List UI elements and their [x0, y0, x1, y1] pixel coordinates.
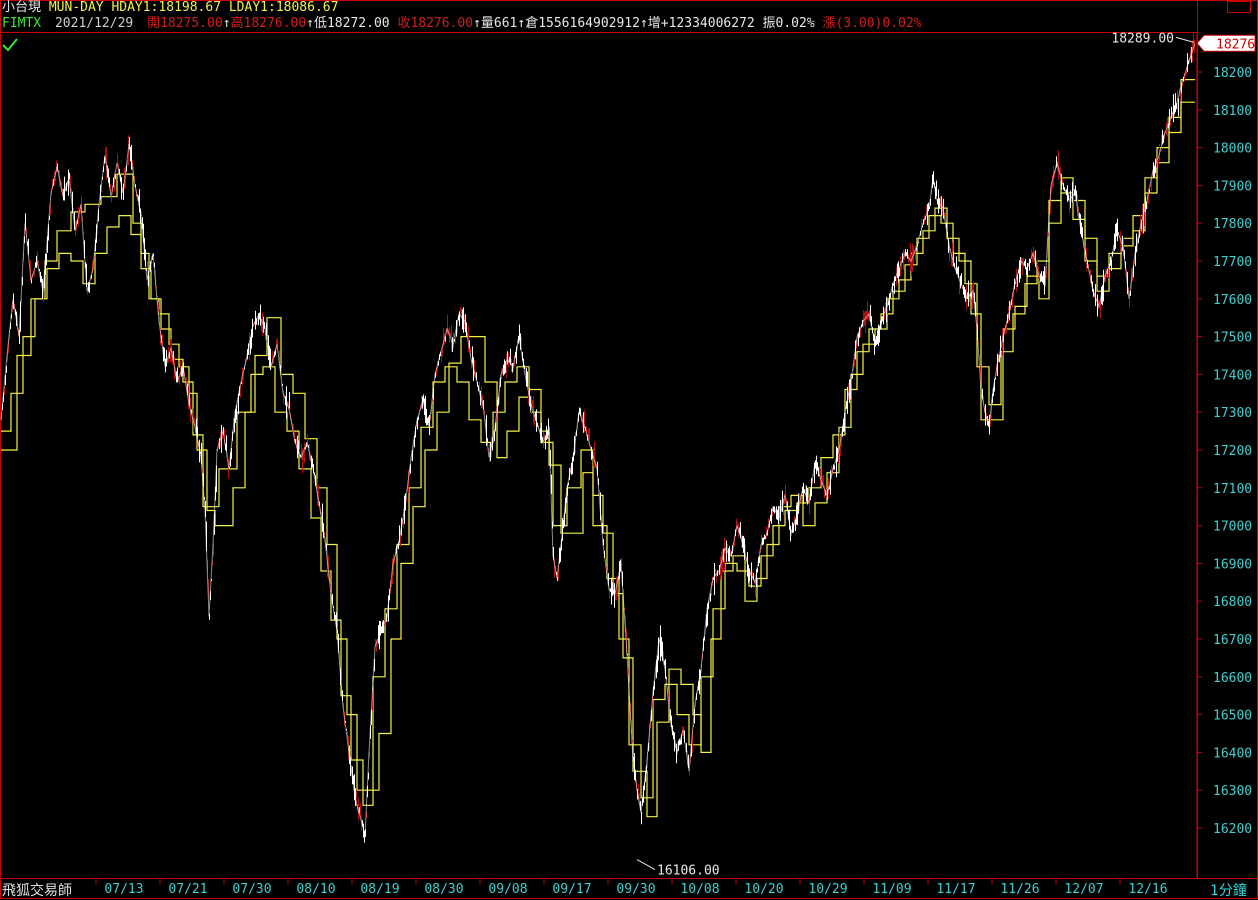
outer-frame: [0, 0, 1258, 899]
quote-date: 2021/12/29: [54, 16, 134, 31]
close-price: 收18276.00: [397, 16, 474, 31]
y-tick-label: 18000: [1213, 142, 1252, 157]
x-tick-label: 08/30: [424, 882, 463, 897]
x-tick-label: 09/30: [616, 882, 655, 897]
interval-selector[interactable]: 1分鐘: [1210, 880, 1247, 900]
x-tick-label: 10/08: [680, 882, 719, 897]
y-tick-label: 16800: [1213, 595, 1252, 610]
max-price-label: 18289.00: [1111, 31, 1174, 46]
y-tick-label: 16600: [1213, 671, 1252, 686]
up-arrow-icon: ↑: [639, 16, 648, 31]
y-tick-label: 17300: [1213, 406, 1252, 421]
y-tick-label: 16700: [1213, 633, 1252, 648]
header-line-2: FIMTX 2021/12/29 開18275.00↑高18276.00↑低18…: [2, 16, 922, 32]
plot-frame: [0, 32, 1198, 879]
open-interest: 倉1556164902912: [525, 16, 640, 31]
chart-window: 16200 16300 16400 16500 16600 16700 16800 16900…: [0, 0, 1258, 899]
symbol-code: FIMTX: [2, 16, 42, 31]
amplitude: 振0.02%: [762, 16, 815, 31]
y-tick-label: 17200: [1213, 444, 1252, 459]
price-line: [0, 43, 1196, 836]
up-arrow-icon: ↑: [222, 16, 231, 31]
study-values: MUN-DAY HDAY1:18198.67 LDAY1:18086.67: [48, 0, 339, 15]
last-price-label: 18276: [1216, 37, 1255, 52]
price-change: 漲(3.00)0.02%: [822, 16, 922, 31]
min-price-label: 16106.00: [657, 864, 720, 879]
x-tick-label: 12/16: [1128, 882, 1167, 897]
window-button-icon[interactable]: [1227, 1, 1251, 13]
y-tick-label: 17900: [1213, 179, 1252, 194]
high-price: 高18276.00: [230, 16, 307, 31]
x-tick-label: 11/26: [1000, 882, 1039, 897]
y-tick-label: 17500: [1213, 331, 1252, 346]
x-tick-label: 08/19: [360, 882, 399, 897]
price-ticks: [1, 33, 1195, 843]
price-chart[interactable]: 16200 16300 16400 16500 16600 16700 16800 16900…: [0, 0, 1258, 899]
x-tick-label: 11/17: [936, 882, 975, 897]
max-leader-line: [1175, 36, 1195, 43]
y-tick-label: 16300: [1213, 784, 1252, 799]
x-tick-label: 07/30: [232, 882, 271, 897]
y-tick-label: 17100: [1213, 482, 1252, 497]
header-line-1: 小台現 MUN-DAY HDAY1:18198.67 LDAY1:18086.6…: [2, 0, 338, 16]
x-tick-label: 07/21: [168, 882, 207, 897]
x-tick-label: 09/08: [488, 882, 527, 897]
min-leader-line: [636, 859, 656, 870]
x-tick-label: 12/07: [1064, 882, 1103, 897]
x-tick-label: 10/29: [808, 882, 847, 897]
x-tick-label: 11/09: [872, 882, 911, 897]
envelope-line-1: [1, 101, 1195, 818]
low-price: 低18272.00: [313, 16, 390, 31]
open-price: 開18275.00: [147, 16, 223, 31]
x-tick-label: 08/10: [296, 882, 335, 897]
y-tick-label: 16500: [1213, 709, 1252, 724]
instrument-title: 小台現: [2, 0, 42, 15]
y-tick-label: 18100: [1213, 104, 1252, 119]
x-tick-label: 10/20: [744, 882, 783, 897]
y-tick-label: 16900: [1213, 557, 1252, 572]
x-tick-label: 09/17: [552, 882, 591, 897]
y-tick-label: 17000: [1213, 520, 1252, 535]
checkmark-icon[interactable]: [2, 38, 18, 52]
y-tick-label: 17700: [1213, 255, 1252, 270]
y-tick-label: 16400: [1213, 746, 1252, 761]
volume: 量661: [480, 16, 518, 31]
y-tick-label: 18200: [1213, 66, 1252, 81]
y-tick-label: 17400: [1213, 368, 1252, 383]
open-interest-change: 增+12334006272: [647, 16, 755, 31]
app-name: 飛狐交易師: [2, 883, 72, 899]
up-arrow-icon: ↑: [306, 16, 314, 31]
y-tick-label: 17600: [1213, 293, 1252, 308]
y-tick-label: 16200: [1213, 822, 1252, 837]
y-tick-label: 17800: [1213, 217, 1252, 232]
up-arrow-icon: ↑: [473, 16, 481, 31]
x-tick-label: 07/13: [104, 882, 143, 897]
envelope-line-2: [1, 79, 1195, 806]
